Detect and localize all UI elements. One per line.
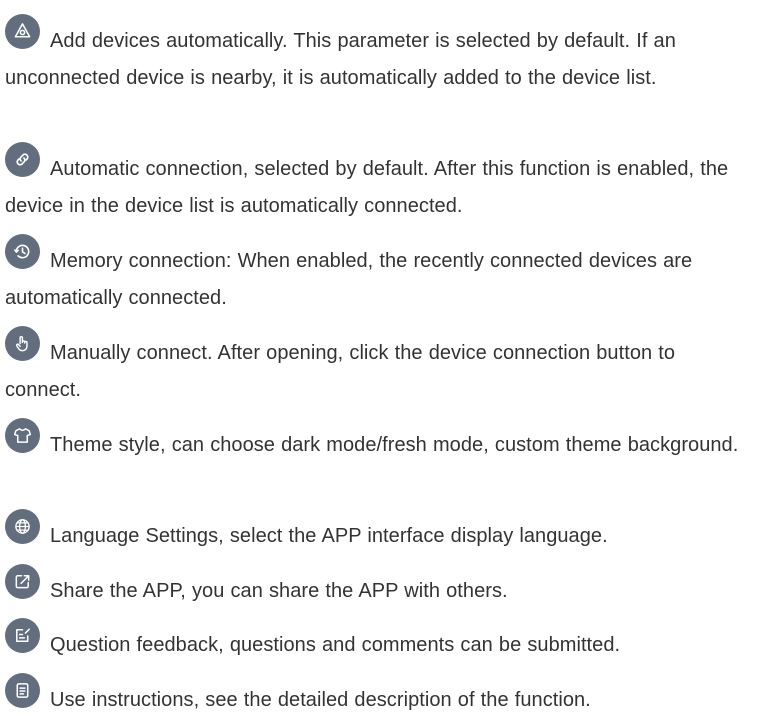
item-text: Manually connect. After opening, click t…: [5, 342, 676, 401]
list-item-theme-style: Theme style, can choose dark mode/fresh …: [5, 418, 757, 464]
history-clock-icon: [5, 234, 40, 269]
item-text: Use instructions, see the detailed descr…: [50, 689, 591, 711]
shirt-icon: [5, 418, 40, 453]
globe-icon: [5, 509, 40, 544]
list-item-automatic-connection: Automatic connection, selected by defaul…: [5, 142, 757, 225]
item-text: Question feedback, questions and comment…: [50, 634, 621, 656]
link-icon: [5, 142, 40, 177]
add-devices-icon: [5, 14, 40, 49]
item-text: Language Settings, select the APP interf…: [50, 525, 608, 547]
item-text: Add devices automatically. This paramete…: [5, 30, 676, 89]
list-item-manual-connect: Manually connect. After opening, click t…: [5, 326, 757, 409]
list-item-add-devices: Add devices automatically. This paramete…: [5, 14, 757, 97]
item-text: Memory connection: When enabled, the rec…: [5, 250, 693, 309]
hand-pointer-icon: [5, 326, 40, 361]
share-icon: [5, 564, 40, 599]
feedback-edit-icon: [5, 618, 40, 653]
list-item-share-app: Share the APP, you can share the APP wit…: [5, 564, 757, 610]
item-text: Theme style, can choose dark mode/fresh …: [50, 434, 739, 456]
list-item-use-instructions: Use instructions, see the detailed descr…: [5, 673, 757, 719]
item-text: Share the APP, you can share the APP wit…: [50, 580, 508, 602]
list-item-question-feedback: Question feedback, questions and comment…: [5, 618, 757, 664]
list-item-language-settings: Language Settings, select the APP interf…: [5, 509, 757, 555]
item-text: Automatic connection, selected by defaul…: [5, 158, 729, 217]
list-item-memory-connection: Memory connection: When enabled, the rec…: [5, 234, 757, 317]
